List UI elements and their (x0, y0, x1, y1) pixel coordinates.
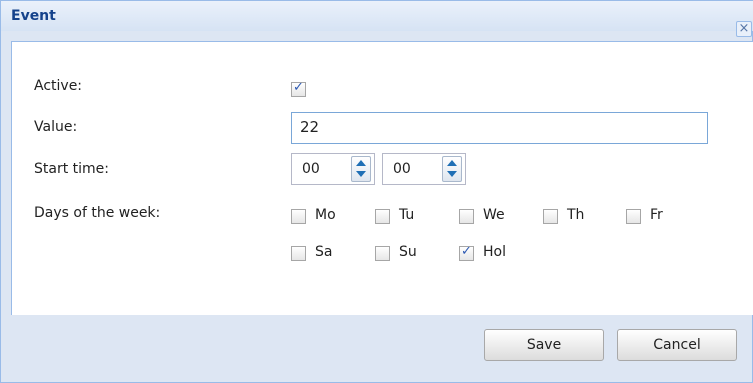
day-checkbox-we[interactable] (459, 209, 474, 224)
dialog-titlebar[interactable]: Event (1, 1, 753, 31)
day-checkbox-fr[interactable] (626, 209, 641, 224)
day-label-hol: Hol (483, 244, 506, 260)
day-checkbox-su[interactable] (375, 246, 390, 261)
event-dialog: Event × Active: Value: 22 Start time: 00… (0, 0, 753, 383)
day-label-fr: Fr (650, 207, 663, 223)
cancel-button[interactable]: Cancel (617, 329, 737, 361)
day-label-sa: Sa (315, 244, 333, 260)
start-minute-spinner[interactable]: 00 (382, 153, 466, 185)
day-checkbox-sa[interactable] (291, 246, 306, 261)
day-label-we: We (483, 207, 505, 223)
active-checkbox[interactable] (291, 80, 306, 97)
day-label-tu: Tu (399, 207, 415, 223)
save-button[interactable]: Save (484, 329, 604, 361)
day-label-su: Su (399, 244, 417, 260)
day-checkbox-hol[interactable] (459, 244, 474, 261)
active-label: Active: (34, 78, 83, 94)
dialog-title: Event (11, 8, 56, 24)
day-checkbox-tu[interactable] (375, 209, 390, 224)
spinner-up-down-icon[interactable] (442, 156, 462, 182)
value-label: Value: (34, 119, 78, 135)
start-hour-value: 00 (302, 161, 320, 177)
spinner-up-down-icon[interactable] (351, 156, 371, 182)
day-label-mo: Mo (315, 207, 336, 223)
close-icon[interactable]: × (736, 21, 752, 37)
start-time-label: Start time: (34, 161, 109, 177)
day-label-th: Th (567, 207, 585, 223)
days-of-week-label: Days of the week: (34, 205, 161, 221)
start-minute-value: 00 (393, 161, 411, 177)
day-checkbox-th[interactable] (543, 209, 558, 224)
start-hour-spinner[interactable]: 00 (291, 153, 375, 185)
value-field[interactable]: 22 (291, 112, 708, 144)
day-checkbox-mo[interactable] (291, 209, 306, 224)
